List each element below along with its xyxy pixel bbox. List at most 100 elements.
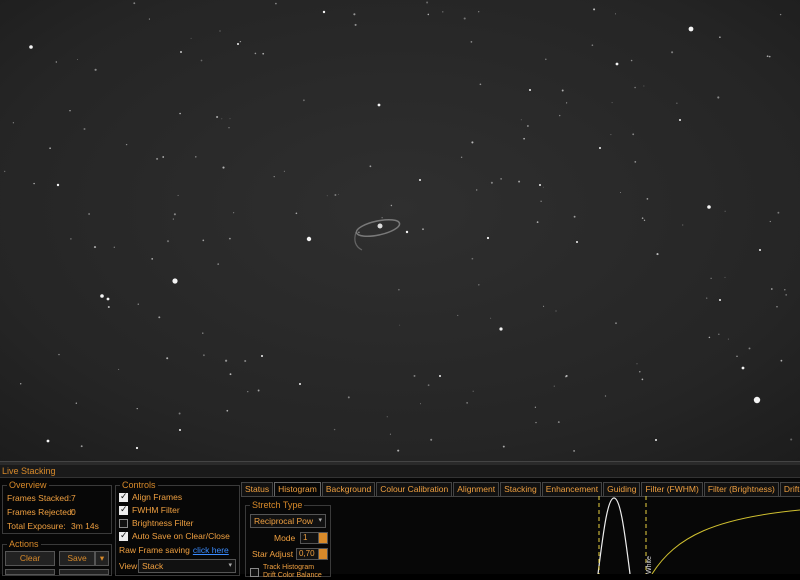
star: [472, 390, 474, 392]
tab-drift-graph[interactable]: Drift Grap: [779, 482, 800, 496]
star: [573, 449, 576, 452]
star: [776, 306, 778, 308]
star: [643, 85, 645, 87]
star: [615, 322, 617, 325]
tab-colour-calibration[interactable]: Colour Calibration: [376, 482, 453, 496]
star: [536, 221, 539, 223]
white-marker-label: White: [646, 556, 653, 574]
star: [377, 103, 381, 107]
action-button-row2-right[interactable]: [59, 569, 109, 575]
star: [630, 59, 633, 62]
star: [29, 45, 33, 49]
auto-save-checkbox[interactable]: [119, 530, 128, 541]
star: [566, 102, 568, 104]
tab-histogram[interactable]: Histogram: [274, 482, 321, 497]
tab-status[interactable]: Status: [241, 482, 274, 496]
save-dropdown-button[interactable]: ▾: [95, 551, 109, 566]
fwhm-filter-checkbox[interactable]: [119, 504, 128, 515]
auto-save-option[interactable]: Auto Save on Clear/Close: [119, 530, 230, 541]
star: [381, 217, 383, 219]
tab-filter-fwhm[interactable]: Filter (FWHM): [641, 482, 703, 496]
mode-spinner[interactable]: 1: [300, 532, 328, 544]
star: [724, 210, 726, 212]
star: [439, 375, 441, 377]
star: [195, 156, 197, 158]
star: [75, 402, 77, 404]
star: [179, 112, 181, 115]
star: [679, 119, 681, 121]
star: [478, 284, 480, 286]
star: [490, 181, 493, 184]
star: [229, 118, 231, 120]
star: [333, 428, 336, 431]
star: [442, 11, 444, 13]
histogram-curve: [597, 497, 631, 574]
fwhm-filter-option[interactable]: FWHM Filter: [119, 504, 180, 515]
star: [724, 276, 726, 278]
star: [741, 366, 745, 370]
star: [490, 317, 492, 319]
tab-guiding[interactable]: Guiding: [603, 482, 641, 496]
star: [717, 96, 720, 99]
view-select[interactable]: Stack ▾: [138, 559, 236, 573]
star: [398, 288, 400, 291]
star: [70, 238, 72, 240]
star: [518, 180, 521, 183]
stacked-image-view[interactable]: [0, 0, 800, 463]
frames-stacked-label: Frames Stacked:: [7, 493, 72, 503]
tab-alignment[interactable]: Alignment: [453, 482, 500, 496]
star: [390, 204, 393, 207]
tab-background[interactable]: Background: [321, 482, 376, 496]
stretch-type-select[interactable]: Reciprocal Pow ▾: [250, 514, 326, 528]
star: [466, 402, 468, 404]
spinner-arrows-icon[interactable]: [318, 549, 327, 559]
star: [646, 198, 649, 200]
star: [389, 433, 391, 435]
star: [151, 258, 154, 260]
star: [526, 125, 529, 127]
star: [33, 182, 35, 185]
star: [226, 409, 229, 412]
star: [479, 83, 482, 86]
chevron-down-icon: ▾: [318, 517, 322, 524]
star: [539, 184, 541, 186]
star-adjust-value: 0,70: [299, 549, 315, 558]
star: [639, 371, 641, 373]
star: [634, 86, 636, 89]
star: [222, 166, 225, 169]
tab-filter-brightness[interactable]: Filter (Brightness): [703, 482, 779, 496]
spinner-arrows-icon[interactable]: [318, 533, 327, 543]
histogram-graph[interactable]: White: [596, 496, 800, 574]
raw-frame-row: Raw Frame saving click here: [119, 545, 229, 555]
align-frames-checkbox[interactable]: [119, 491, 128, 502]
star: [162, 156, 165, 158]
star: [682, 224, 684, 226]
auto-save-label: Auto Save on Clear/Close: [132, 531, 230, 541]
view-label: View: [119, 561, 138, 571]
panel-title: Live Stacking: [2, 466, 56, 476]
star: [422, 228, 424, 231]
frames-rejected-row: Frames Rejected: 0: [7, 507, 76, 517]
clear-button[interactable]: Clear: [5, 551, 55, 566]
star: [228, 127, 230, 129]
save-button[interactable]: Save: [59, 551, 95, 566]
track-histogram-checkbox[interactable]: [250, 567, 259, 577]
star: [620, 192, 621, 193]
star: [769, 220, 771, 223]
star: [419, 179, 421, 181]
star: [386, 416, 388, 418]
star: [202, 354, 205, 357]
brightness-filter-checkbox[interactable]: [119, 518, 128, 528]
brightness-filter-option[interactable]: Brightness Filter: [119, 518, 193, 528]
action-button-row2-left[interactable]: [5, 569, 55, 575]
raw-frame-link[interactable]: click here: [193, 545, 229, 555]
align-frames-option[interactable]: Align Frames: [119, 491, 182, 502]
star: [520, 119, 522, 121]
star-adjust-spinner[interactable]: 0,70: [296, 548, 328, 560]
star: [785, 294, 788, 296]
tab-enhancement[interactable]: Enhancement: [541, 482, 603, 496]
tab-stacking[interactable]: Stacking: [500, 482, 541, 496]
track-histogram-option[interactable]: Track Histogram Drift Color Balance: [250, 564, 322, 580]
star: [471, 257, 474, 260]
star: [736, 355, 738, 357]
